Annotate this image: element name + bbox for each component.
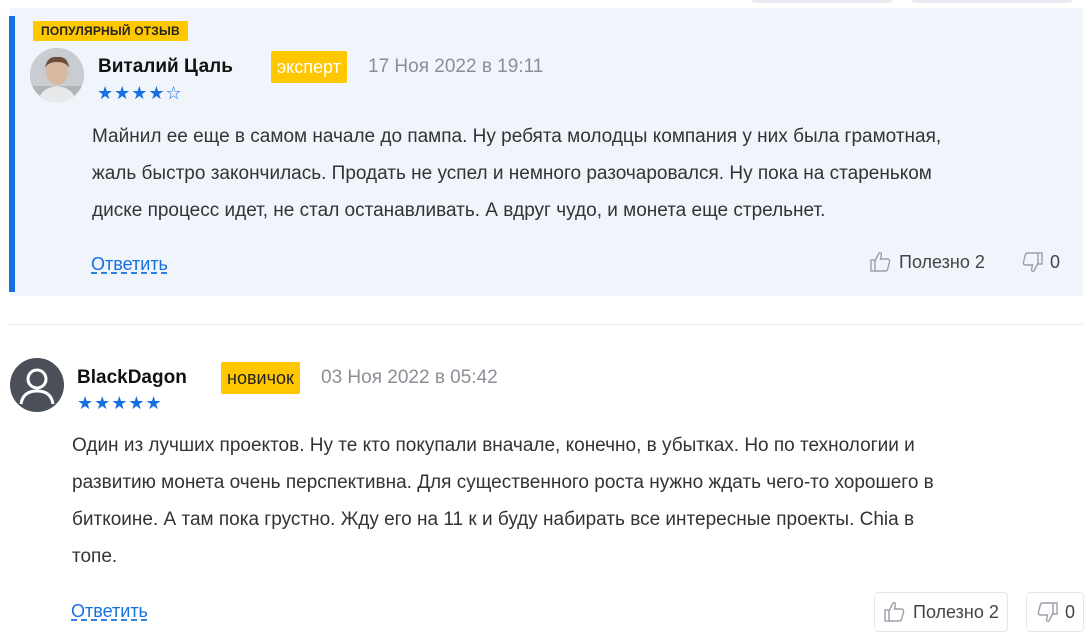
thumbs-down-icon (1035, 600, 1059, 624)
user-avatar[interactable] (30, 48, 84, 102)
thumbs-up-icon (883, 600, 907, 624)
unhelpful-count: 0 (1050, 251, 1061, 272)
rating-stars: ★★★★☆ (97, 83, 183, 103)
helpful-button[interactable]: Полезно 2 (874, 592, 1008, 632)
thumbs-down-icon (1020, 250, 1044, 274)
rating-stars: ★★★★★ (77, 393, 163, 413)
popular-review-card: ПОПУЛЯРНЫЙ ОТЗЫВ Виталий Цаль эксперт 17… (9, 8, 1083, 296)
helpful-label: Полезно 2 (913, 601, 999, 622)
reply-link[interactable]: Ответить (71, 601, 148, 622)
review-text: Один из лучших проектов. Ну те кто покуп… (72, 435, 934, 567)
highlight-bar (9, 16, 15, 292)
novice-badge: новичок (221, 362, 300, 394)
thumbs-up-icon (869, 250, 893, 274)
default-user-icon[interactable] (10, 358, 64, 412)
review-text: Майнил ее еще в самом начале до пампа. Н… (92, 126, 942, 221)
reply-link[interactable]: Ответить (91, 254, 168, 275)
expert-badge: эксперт (271, 51, 347, 83)
unhelpful-count: 0 (1065, 601, 1076, 622)
review-date: 03 Ноя 2022 в 05:42 (321, 367, 498, 388)
review-divider (9, 324, 1083, 325)
helpful-button[interactable]: Полезно 2 (869, 250, 985, 274)
review-author[interactable]: BlackDagon (77, 367, 187, 389)
review-date: 17 Ноя 2022 в 19:11 (368, 56, 544, 77)
helpful-label: Полезно 2 (899, 251, 985, 272)
popular-review-tag: ПОПУЛЯРНЫЙ ОТЗЫВ (33, 21, 188, 41)
top-edge-decoration (752, 0, 1072, 4)
review-author[interactable]: Виталий Цаль (98, 56, 233, 78)
unhelpful-button[interactable]: 0 (1020, 250, 1060, 274)
unhelpful-button[interactable]: 0 (1026, 592, 1085, 632)
